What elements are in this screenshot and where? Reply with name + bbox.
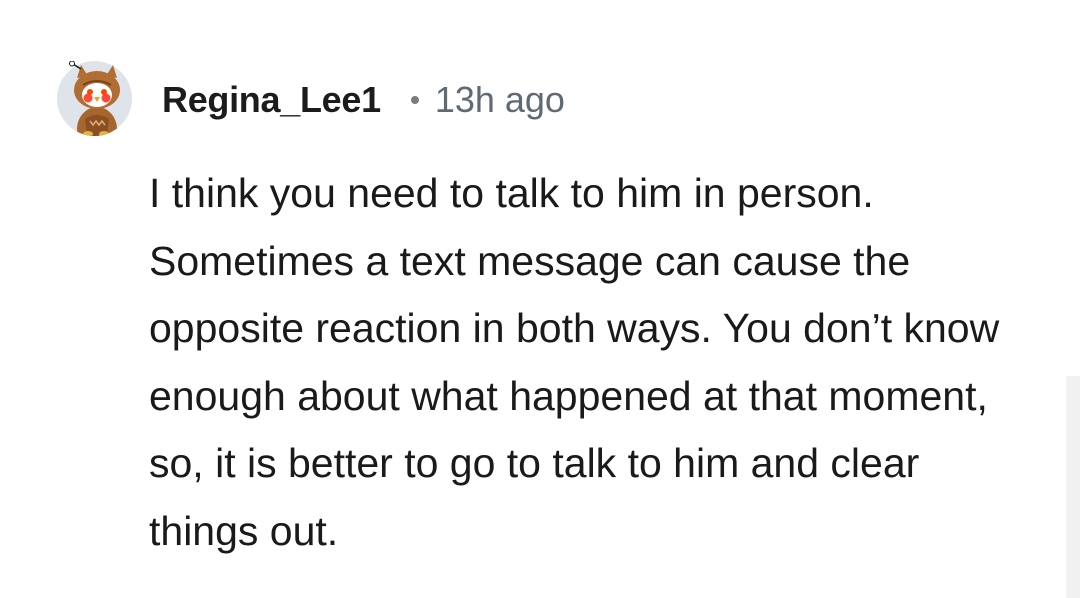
user-avatar[interactable]	[57, 60, 132, 136]
owl-snoo-avatar-icon	[57, 60, 132, 136]
scrollbar-track[interactable]	[1066, 376, 1080, 598]
username-link[interactable]: Regina_Lee1	[162, 79, 381, 121]
comment-card: Regina_Lee1 13h ago I think you need to …	[0, 0, 1080, 598]
separator-dot-icon	[410, 96, 419, 104]
comment-body: I think you need to talk to him in perso…	[149, 170, 1000, 554]
comment-header: Regina_Lee1 13h ago	[162, 76, 565, 124]
comment-timestamp: 13h ago	[434, 79, 565, 120]
